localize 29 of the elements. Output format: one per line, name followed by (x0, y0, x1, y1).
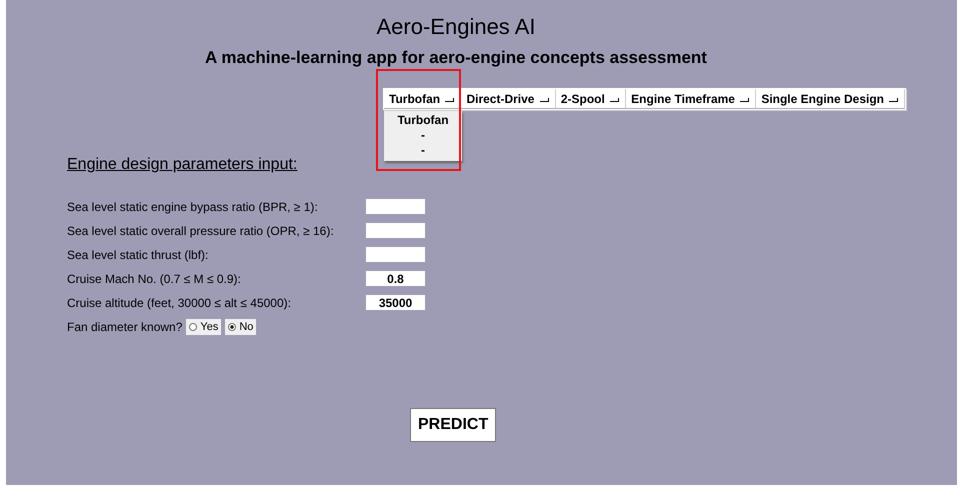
field-label: Sea level static engine bypass ratio (BPR, ≥ 1): (67, 200, 319, 214)
dropdown-menu[interactable]: Direct-Drive (461, 89, 556, 109)
dropdown-menu[interactable]: 2-Spool (556, 89, 626, 109)
field-label: Cruise altitude (feet, 30000 ≤ alt ≤ 45000): (67, 296, 292, 310)
app-subtitle: A machine-learning app for aero-engine concepts assessment (204, 48, 708, 68)
predict-button[interactable]: PREDICT (410, 408, 496, 442)
radio-button[interactable]: Yes (186, 318, 222, 334)
radio-button[interactable]: No (225, 318, 256, 334)
caret-icon (740, 97, 750, 102)
caret-icon (540, 97, 549, 102)
section-heading: Engine design parameters input: (67, 156, 298, 174)
dropdown-option[interactable]: Turbofan (384, 113, 462, 128)
dropdown-menu[interactable]: Single Engine Design (756, 89, 906, 109)
dropdown-option[interactable]: - (384, 143, 462, 158)
caret-icon (610, 97, 620, 102)
app-title: Aero-Engines AI (376, 14, 536, 40)
caret-icon (889, 97, 898, 102)
input-field[interactable]: 35000 (366, 295, 425, 310)
input-field[interactable] (366, 199, 425, 214)
input-field[interactable] (366, 247, 425, 262)
field-label: Fan diameter known? (67, 320, 182, 334)
dropdown-option[interactable]: - (384, 128, 462, 143)
field-label: Sea level static thrust (lbf): (67, 248, 210, 262)
input-field[interactable] (366, 223, 425, 238)
input-field[interactable]: 0.8 (366, 271, 425, 286)
field-label: Sea level static overall pressure ratio (OPR, ≥ 16): (67, 224, 335, 238)
dropdown-menu[interactable]: Engine Timeframe (626, 89, 756, 109)
field-label: Cruise Mach No. (0.7 ≤ M ≤ 0.9): (67, 272, 242, 286)
caret-icon (445, 97, 454, 102)
